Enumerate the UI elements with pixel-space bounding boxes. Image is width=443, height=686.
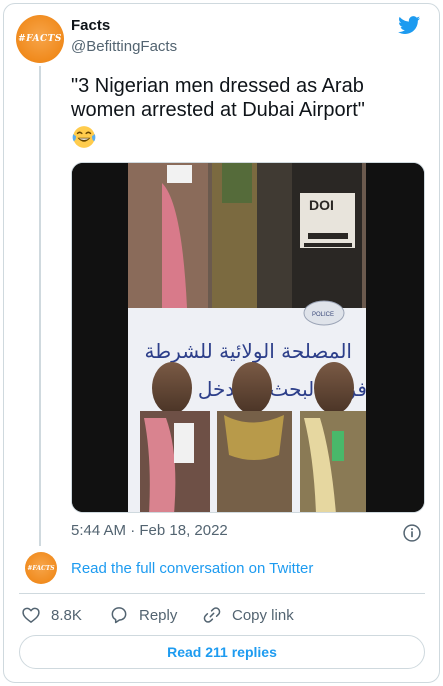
banner-arabic-line1: المصلحة الولائية للشرطة (145, 339, 352, 363)
reply-icon (111, 607, 127, 624)
info-icon[interactable] (402, 523, 422, 543)
read-replies-label: Read 211 replies (167, 644, 277, 660)
tweet-timestamp[interactable]: 5:44 AM · Feb 18, 2022 (71, 522, 228, 539)
tweet-photo[interactable]: DOI POLICE المصلحة الولائية للشرطة فرقة … (71, 162, 425, 513)
photo-illustration: DOI POLICE المصلحة الولائية للشرطة فرقة … (72, 163, 424, 512)
copy-link-button[interactable]: Copy link (202, 604, 294, 626)
twitter-bird-icon[interactable] (397, 14, 422, 36)
divider (19, 593, 425, 594)
copy-link-label: Copy link (232, 606, 294, 624)
author-handle[interactable]: @BefittingFacts (71, 38, 177, 55)
tweet-text: "3 Nigerian men dressed as Arab women ar… (71, 75, 365, 121)
link-icon (203, 607, 221, 623)
police-badge: POLICE (303, 300, 345, 326)
author-avatar[interactable]: #FACTS (16, 15, 64, 63)
jacket-text: DOI (309, 197, 334, 213)
read-replies-button[interactable]: Read 211 replies (19, 635, 425, 669)
svg-text:POLICE: POLICE (312, 312, 334, 318)
like-button[interactable]: 8.8K (21, 604, 82, 626)
read-conversation-link[interactable]: Read the full conversation on Twitter (71, 560, 313, 577)
thread-line (39, 66, 41, 546)
like-count: 8.8K (51, 606, 82, 624)
avatar-logo: #FACTS (18, 34, 62, 44)
conversation-avatar[interactable]: #FACTS (25, 552, 57, 584)
reply-label: Reply (139, 606, 178, 624)
author-name[interactable]: Facts (71, 17, 110, 34)
face-with-tears-of-joy-icon (72, 126, 96, 148)
reply-button[interactable]: Reply (109, 604, 177, 626)
heart-icon (22, 607, 40, 623)
small-avatar-logo: #FACTS (27, 564, 55, 572)
